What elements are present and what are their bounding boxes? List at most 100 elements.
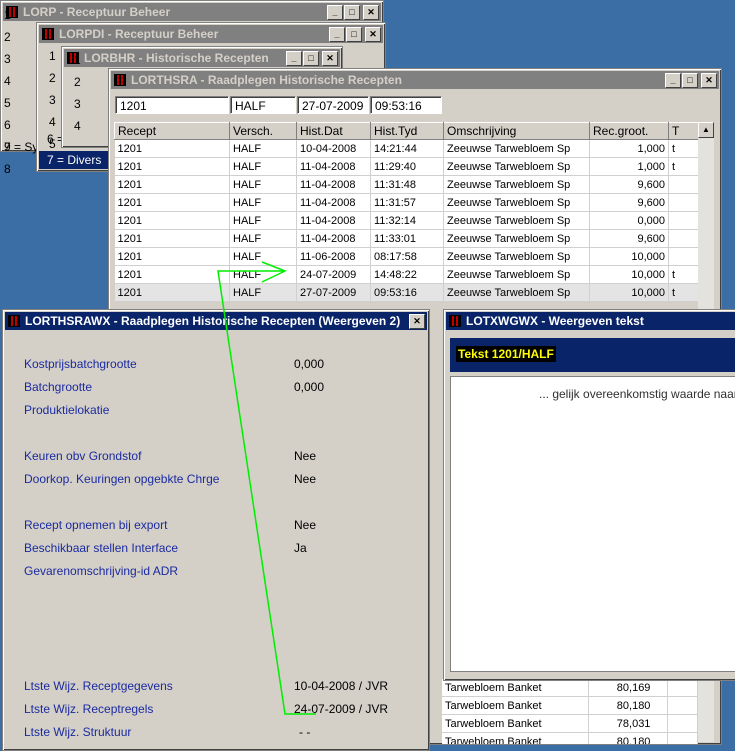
recept-filter-field[interactable]: 1201 bbox=[115, 96, 229, 114]
cell: 11:31:48 bbox=[370, 175, 444, 194]
table-row[interactable]: 1201 HALF 11-04-2008 11:31:57 Zeeuwse Tarweb… bbox=[114, 193, 699, 212]
list-item[interactable]: 2 bbox=[4, 26, 11, 48]
cell: HALF bbox=[229, 247, 297, 266]
cell: t bbox=[668, 265, 699, 284]
column-header[interactable]: Versch. bbox=[229, 122, 297, 140]
cell bbox=[668, 229, 699, 248]
list-item[interactable]: 9 = Sy bbox=[4, 140, 38, 154]
column-header[interactable]: Recept bbox=[114, 122, 230, 140]
cell: Zeeuwse Tarwebloem Sp bbox=[443, 139, 590, 158]
titlebar-lorthsrawx[interactable]: LORTHSRAWX - Raadplegen Historische Rece… bbox=[5, 312, 427, 330]
list-item[interactable]: 4 bbox=[4, 70, 11, 92]
table-row[interactable]: Tarwebloem Banket 80,180 bbox=[442, 696, 699, 715]
window-title: LORPDI - Receptuur Beheer bbox=[59, 27, 219, 41]
cell: 9,600 bbox=[589, 193, 669, 212]
lorbhr-menu-list: 1 2 3 4 bbox=[74, 49, 81, 137]
list-item[interactable]: 4 bbox=[49, 111, 56, 133]
list-item[interactable]: 1 bbox=[4, 4, 11, 26]
minimize-button[interactable]: _ bbox=[286, 51, 302, 66]
cell: 0,000 bbox=[589, 211, 669, 230]
minimize-button[interactable]: _ bbox=[329, 27, 345, 42]
table-row[interactable]: 1201 HALF 11-04-2008 11:33:01 Zeeuwse Tarweb… bbox=[114, 229, 699, 248]
field-value: Nee bbox=[294, 518, 317, 532]
maximize-button[interactable]: □ bbox=[344, 5, 360, 20]
close-button[interactable]: ✕ bbox=[322, 51, 338, 66]
close-button[interactable]: ✕ bbox=[701, 73, 717, 88]
desktop: { "w1": {"title":"LORP - Receptuur Behee… bbox=[0, 0, 735, 751]
column-header[interactable]: Rec.groot. bbox=[589, 122, 669, 140]
table-row[interactable]: 1201 HALF 11-04-2008 11:32:14 Zeeuwse Tarweb… bbox=[114, 211, 699, 230]
lower-table: Tarwebloem Banket 80,169 Tarwebloem Banke… bbox=[442, 679, 699, 744]
list-item[interactable]: 2 bbox=[74, 71, 81, 93]
cell: 10,000 bbox=[589, 247, 669, 266]
titlebar-lorthsra[interactable]: LORTHSRA - Raadplegen Historische Recept… bbox=[111, 71, 719, 89]
titlebar-lorpdi[interactable]: LORPDI - Receptuur Beheer _ □ ✕ bbox=[39, 25, 383, 43]
table-row[interactable]: 1201 HALF 11-04-2008 11:31:48 Zeeuwse Tarweb… bbox=[114, 175, 699, 194]
titlebar-lorp[interactable]: LORP - Receptuur Beheer _ □ ✕ bbox=[3, 3, 381, 21]
column-header[interactable]: T bbox=[668, 122, 699, 140]
versch-filter-field[interactable]: HALF bbox=[230, 96, 296, 114]
cell: 78,031 bbox=[588, 714, 668, 733]
table-header-row: Recept Versch. Hist.Dat Hist.Tyd Omschri… bbox=[114, 122, 699, 140]
table-row[interactable]: Tarwebloem Banket 78,031 bbox=[442, 714, 699, 733]
table-row[interactable]: 1201 HALF 24-07-2009 14:48:22 Zeeuwse Tarweb… bbox=[114, 265, 699, 284]
list-item[interactable]: 6 bbox=[4, 114, 11, 136]
time-filter-field[interactable]: 09:53:16 bbox=[370, 96, 442, 114]
titlebar-lorbhr[interactable]: LORBHR - Historische Recepten _ □ ✕ bbox=[64, 49, 340, 67]
minimize-button[interactable]: _ bbox=[327, 5, 343, 20]
scroll-up-button[interactable]: ▲ bbox=[698, 122, 714, 138]
list-item[interactable]: 1 bbox=[74, 49, 81, 71]
app-logo-icon bbox=[449, 315, 461, 327]
cell: Zeeuwse Tarwebloem Sp bbox=[443, 247, 590, 266]
table-row[interactable]: 1201 HALF 11-04-2008 11:29:40 Zeeuwse Tarweb… bbox=[114, 157, 699, 176]
cell: 1201 bbox=[114, 265, 230, 284]
maximize-button[interactable]: □ bbox=[303, 51, 319, 66]
list-item[interactable]: 2 bbox=[49, 67, 56, 89]
minimize-button[interactable]: _ bbox=[665, 73, 681, 88]
column-header[interactable]: Hist.Dat bbox=[296, 122, 371, 140]
titlebar-lotxwgwx[interactable]: LOTXWGWX - Weergeven tekst bbox=[446, 312, 735, 330]
field-value: Nee bbox=[294, 472, 317, 486]
table-row[interactable]: Tarwebloem Banket 80,169 bbox=[442, 679, 699, 697]
column-header[interactable]: Hist.Tyd bbox=[370, 122, 444, 140]
table-row[interactable]: Tarwebloem Banket 80,180 bbox=[442, 732, 699, 744]
cell: 27-07-2009 bbox=[296, 283, 371, 302]
table-row[interactable]: 1201 HALF 10-04-2008 14:21:44 Zeeuwse Tarweb… bbox=[114, 139, 699, 158]
text-body[interactable]: ... gelijk overeenkomstig waarde naar 72 bbox=[450, 376, 735, 672]
close-button[interactable]: ✕ bbox=[365, 27, 381, 42]
window-lorthsrawx: LORTHSRAWX - Raadplegen Historische Rece… bbox=[2, 309, 430, 751]
table-row[interactable]: 1201 HALF 11-06-2008 08:17:58 Zeeuwse Tarweb… bbox=[114, 247, 699, 266]
list-item[interactable]: 5 bbox=[4, 92, 11, 114]
window-title: LOTXWGWX - Weergeven tekst bbox=[466, 314, 644, 328]
date-filter-field[interactable]: 27-07-2009 bbox=[297, 96, 369, 114]
cell: 1201 bbox=[114, 157, 230, 176]
app-logo-icon bbox=[8, 315, 20, 327]
list-item[interactable]: 3 bbox=[4, 48, 11, 70]
cell: Zeeuwse Tarwebloem Sp bbox=[443, 193, 590, 212]
cell: 1201 bbox=[114, 283, 230, 302]
cell: HALF bbox=[229, 157, 297, 176]
cell: 1201 bbox=[114, 175, 230, 194]
field-label: Gevarenomschrijving-id ADR bbox=[24, 564, 179, 578]
field-value: Nee bbox=[294, 449, 317, 463]
maximize-button[interactable]: □ bbox=[682, 73, 698, 88]
list-item[interactable]: 1 bbox=[49, 45, 56, 67]
column-header[interactable]: Omschrijving bbox=[443, 122, 590, 140]
list-item[interactable]: 3 bbox=[49, 89, 56, 111]
arrow-up-icon: ▲ bbox=[702, 125, 710, 134]
cell: 11-04-2008 bbox=[296, 229, 371, 248]
cell: HALF bbox=[229, 283, 297, 302]
maximize-button[interactable]: □ bbox=[346, 27, 362, 42]
text-body-content: ... gelijk overeenkomstig waarde naar 72 bbox=[539, 387, 735, 401]
list-item[interactable]: 8 bbox=[4, 158, 11, 180]
field-label: Keuren obv Grondstof bbox=[24, 449, 142, 463]
list-item[interactable]: 4 bbox=[74, 115, 81, 137]
table-row-selected[interactable]: 1201 HALF 27-07-2009 09:53:16 Zeeuwse Tarweb… bbox=[114, 283, 699, 302]
cell: 10-04-2008 bbox=[296, 139, 371, 158]
cell: 14:48:22 bbox=[370, 265, 444, 284]
close-button[interactable]: ✕ bbox=[409, 314, 425, 329]
cell: 11:32:14 bbox=[370, 211, 444, 230]
cell: 10,000 bbox=[589, 283, 669, 302]
list-item[interactable]: 3 bbox=[74, 93, 81, 115]
close-button[interactable]: ✕ bbox=[363, 5, 379, 20]
